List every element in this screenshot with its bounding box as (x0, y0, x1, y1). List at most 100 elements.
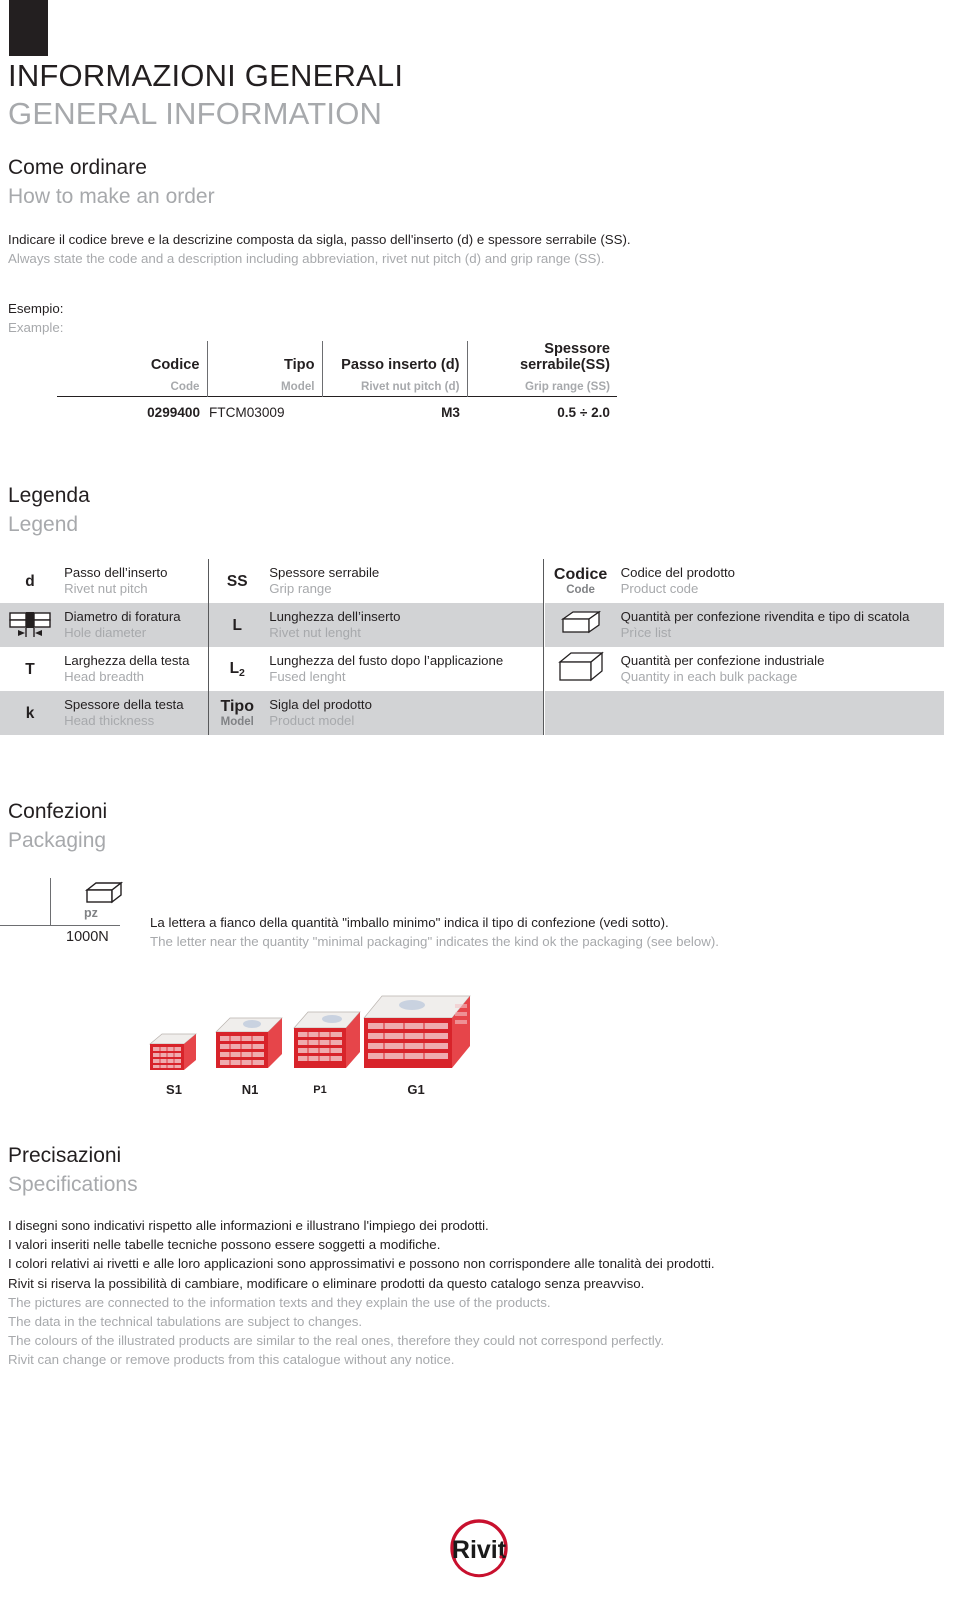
box-photo-g1 (363, 995, 471, 1068)
example-header-code-it: Codice (57, 341, 208, 373)
legend-desc-en: Rivet nut pitch (64, 581, 148, 596)
small-box-icon (560, 610, 601, 633)
example-header-pitch-en: Rivet nut pitch (d) (322, 373, 468, 396)
section-heading-packaging-it: Confezioni (8, 800, 108, 823)
legend-symbol-hole-diameter (0, 603, 60, 647)
legend-desc-it: Spessore della testa (64, 697, 184, 712)
small-box-icon (84, 881, 124, 904)
specs-line-it: I colori relativi ai rivetti e alle loro… (8, 1256, 715, 1272)
page-title-en: GENERAL INFORMATION (8, 96, 383, 131)
example-header-grip-it: Spessore serrabile(SS) (519, 341, 610, 373)
section-heading-specs-en: Specifications (8, 1173, 138, 1196)
legend-desc-it: Larghezza della testa (64, 653, 190, 668)
legend-desc-k: Spessore della testa Head thickness (60, 691, 208, 735)
specs-line-en: The data in the technical tabulations ar… (8, 1314, 363, 1330)
specs-line-it: Rivit si riserva la possibilità di cambi… (8, 1275, 645, 1291)
legend-desc-ss: Spessore serrabile Grip range (265, 559, 543, 603)
order-intro-it: Indicare il codice breve e la descrizine… (8, 232, 631, 247)
example-label-en: Example: (8, 320, 64, 335)
legend-desc-en: Head breadth (64, 669, 144, 684)
legend-desc-it: Lunghezza dell’inserto (269, 609, 401, 624)
legend-symbol-text: SS (226, 572, 248, 590)
example-label-it: Esempio: (8, 301, 64, 316)
legend-desc-en: Quantity in each bulk package (620, 669, 798, 684)
legend-desc-codice: Codice del prodotto Product code (617, 559, 944, 603)
example-value-pitch: M3 (441, 404, 460, 420)
legend-desc-l: Lunghezza dell’inserto Rivet nut lenght (265, 603, 543, 647)
packaging-vertical-rule (50, 878, 51, 926)
legend-symbol-text: T (25, 660, 35, 678)
legend-desc-en: Product code (620, 581, 699, 596)
box-photo-s1 (149, 1033, 197, 1070)
example-header-model-it: Tipo (207, 341, 323, 373)
legend-symbol-codice: Codice Code (545, 559, 617, 603)
section-heading-order-en: How to make an order (8, 185, 215, 208)
packaging-note-en: The letter near the quantity "minimal pa… (150, 934, 719, 949)
section-heading-specs-it: Precisazioni (8, 1144, 122, 1167)
box-label-p1: P1 (313, 1084, 327, 1096)
legend-symbol-t: T (0, 647, 60, 691)
legend-symbol-ss: SS (209, 559, 265, 603)
example-header-row-it: Codice Tipo Passo inserto (d) Spessore s… (57, 341, 617, 373)
legend-row: T Larghezza della testa Head breadth L2 … (0, 647, 944, 691)
packaging-box-photos: S1 N1 P1 G1 (0, 988, 960, 1100)
section-heading-packaging-en: Packaging (8, 829, 107, 852)
example-value-grip: 0.5 ÷ 2.0 (557, 404, 610, 420)
legend-row: d Passo dell’inserto Rivet nut pitch SS … (0, 559, 944, 735)
legend-desc-it: Quantità per confezione rivendita e tipo… (620, 609, 910, 624)
example-header-model-en: Model (207, 373, 323, 396)
section-heading-legend-it: Legenda (8, 484, 90, 507)
page-title-it: INFORMAZIONI GENERALI (8, 58, 404, 93)
packaging-symbol-diagram: pz 1000N (0, 878, 140, 954)
legend-desc-tipo: Sigla del prodotto Product model (265, 691, 543, 735)
legend-desc-empty (617, 691, 944, 735)
header-black-square (9, 0, 48, 56)
legend-symbol-empty (545, 691, 617, 735)
example-table: Codice Tipo Passo inserto (d) Spessore s… (57, 341, 617, 420)
specs-line-it: I disegni sono indicativi rispetto alle … (8, 1218, 489, 1233)
legend-row: Diametro di foratura Hole diameter L Lun… (0, 603, 944, 647)
legend-symbol-text-en: Code (566, 583, 595, 596)
legend-symbol-text: Tipo (220, 697, 254, 715)
specs-line-en: The colours of the illustrated products … (8, 1333, 665, 1349)
example-value-model: FTCM03009 (209, 404, 285, 420)
example-header-code-en: Code (57, 373, 208, 396)
specs-line-it: I valori inseriti nelle tabelle tecniche… (8, 1237, 441, 1253)
box-photo-n1 (215, 1017, 283, 1068)
legend-desc-en: Head thickness (64, 713, 155, 728)
legend-symbol-subscript: 2 (239, 666, 245, 679)
legend-desc-l2: Lunghezza del fusto dopo l’applicazione … (265, 647, 543, 691)
example-value-row: 0299400 FTCM03009 M3 0.5 ÷ 2.0 (57, 397, 617, 420)
rivit-logo-text: Rivit (452, 1536, 507, 1564)
legend-table: d Passo dell’inserto Rivet nut pitch SS … (0, 559, 944, 735)
legend-symbol-l2: L2 (209, 647, 265, 691)
box-label-g1: G1 (407, 1082, 425, 1097)
legend-desc-t: Larghezza della testa Head breadth (60, 647, 208, 691)
hole-diameter-icon (9, 612, 51, 637)
legend-symbol-d: d (0, 559, 60, 603)
legend-desc-retail-box: Quantità per confezione rivendita e tipo… (617, 603, 944, 647)
legend-symbol-text-en: Model (220, 715, 254, 728)
legend-symbol-text: Codice (553, 565, 608, 583)
legend-desc-en: Product model (269, 713, 355, 728)
legend-desc-it: Codice del prodotto (620, 565, 735, 580)
legend-symbol-k: k (0, 691, 60, 735)
legend-symbol-text-l2: L2 (229, 659, 245, 679)
box-label-s1: S1 (166, 1082, 182, 1097)
example-header-row-en: Code Model Rivet nut pitch (d) Grip rang… (57, 373, 617, 396)
box-photo-p1 (293, 1011, 361, 1068)
legend-symbol-l: L (209, 603, 265, 647)
legend-symbol-text: d (25, 572, 35, 590)
example-header-pitch-it: Passo inserto (d) (322, 341, 468, 373)
specs-text-block: I disegni sono indicativi rispetto alle … (8, 1216, 715, 1370)
legend-symbol-text: L (232, 616, 242, 634)
legend-symbol-tipo: Tipo Model (209, 691, 265, 735)
packaging-unit-label: pz (84, 906, 98, 920)
catalogue-page: INFORMAZIONI GENERALI GENERAL INFORMATIO… (0, 0, 960, 1601)
legend-symbol-bulk-box (545, 647, 617, 691)
legend-row: k Spessore della testa Head thickness Ti… (0, 691, 944, 735)
section-heading-legend-en: Legend (8, 513, 79, 536)
legend-desc-en: Prìce list (620, 625, 672, 640)
specs-line-en: The pictures are connected to the inform… (8, 1294, 551, 1310)
packaging-note-it: La lettera a fianco della quantità "imba… (150, 915, 669, 930)
